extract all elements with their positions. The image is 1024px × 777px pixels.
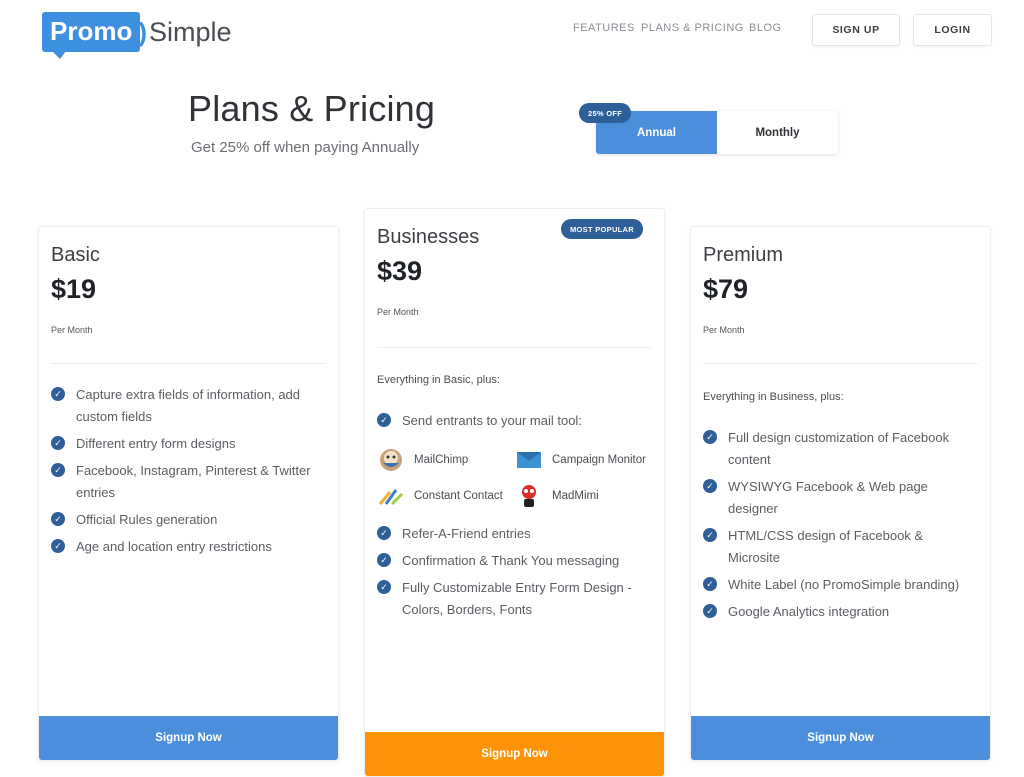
nav-plans-pricing[interactable]: PLANS & PRICING: [641, 22, 744, 34]
check-icon: ✓: [703, 577, 717, 591]
logo-simple-text: Simple: [149, 16, 232, 47]
toggle-monthly[interactable]: Monthly: [717, 111, 838, 154]
feature-list: ✓ Full design customization of Facebook c…: [703, 427, 978, 628]
feature-item: ✓ Different entry form designs: [51, 433, 326, 455]
signup-now-button[interactable]: Signup Now: [39, 716, 338, 760]
check-icon: ✓: [377, 553, 391, 567]
sign-up-button[interactable]: SIGN UP: [812, 14, 900, 46]
feature-item: ✓ Confirmation & Thank You messaging: [377, 550, 652, 572]
campaign-monitor-icon: [515, 447, 543, 473]
feature-item: ✓ Official Rules generation: [51, 509, 326, 531]
check-icon: ✓: [51, 539, 65, 553]
tool-madmimi: MadMimi: [515, 483, 599, 509]
page-title: Plans & Pricing: [188, 88, 436, 129]
divider: [377, 347, 652, 348]
check-icon: ✓: [51, 512, 65, 526]
plan-price: $79: [703, 274, 749, 304]
feature-item: ✓ WYSIWYG Facebook & Web page designer: [703, 476, 978, 520]
plan-period: Per Month: [703, 325, 745, 335]
tool-constant-contact: Constant Contact: [377, 483, 503, 509]
check-icon: ✓: [703, 604, 717, 618]
feature-item: ✓ Age and location entry restrictions: [51, 536, 326, 558]
feature-item: ✓ Capture extra fields of information, ad…: [51, 384, 326, 428]
feature-list: ✓ Capture extra fields of information, ad…: [51, 384, 326, 563]
feature-item: ✓ Google Analytics integration: [703, 601, 978, 623]
divider: [51, 363, 326, 364]
feature-list: ✓ Refer-A-Friend entries ✓ Confirmation & …: [377, 523, 652, 626]
plan-price: $39: [377, 256, 423, 286]
check-icon: ✓: [703, 528, 717, 542]
plan-card-basic: Basic $19 Per Month ✓ Capture extra field…: [38, 226, 339, 761]
login-button[interactable]: LOGIN: [913, 14, 992, 46]
plan-card-premium: Premium $79 Per Month Everything in Busi…: [690, 226, 991, 761]
divider: [703, 363, 978, 364]
feature-item: ✓ Full design customization of Facebook c…: [703, 427, 978, 471]
nav-blog[interactable]: BLOG: [749, 22, 782, 34]
feature-item: ✓ HTML/CSS design of Facebook & Microsite: [703, 525, 978, 569]
billing-toggle: Annual Monthly: [596, 111, 838, 154]
feature-item: ✓ Send entrants to your mail tool:: [377, 410, 652, 432]
plan-name: Businesses: [377, 226, 480, 248]
feature-item: ✓ Fully Customizable Entry Form Design - …: [377, 577, 652, 621]
constant-contact-icon: [377, 483, 405, 509]
signup-now-button[interactable]: Signup Now: [365, 732, 664, 776]
most-popular-badge: MOST POPULAR: [560, 219, 643, 239]
signup-now-button[interactable]: Signup Now: [691, 716, 990, 760]
madmimi-icon: [515, 483, 543, 509]
check-icon: ✓: [51, 463, 65, 477]
feature-item: ✓ White Label (no PromoSimple branding): [703, 574, 978, 596]
plan-card-businesses: MOST POPULAR Businesses $39 Per Month Ev…: [364, 208, 665, 777]
logo-promo-bubble: Promo: [42, 12, 141, 59]
check-icon: ✓: [703, 430, 717, 444]
nav-features[interactable]: FEATURES: [573, 22, 635, 34]
check-icon: ✓: [377, 580, 391, 594]
plan-period: Per Month: [51, 325, 93, 335]
plan-name: Premium: [703, 244, 784, 266]
tool-mailchimp: MailChimp: [377, 447, 468, 473]
feature-item: ✓ Refer-A-Friend entries: [377, 523, 652, 545]
promosimple-logo[interactable]: Promo ) Simple: [42, 10, 232, 59]
check-icon: ✓: [51, 387, 65, 401]
tool-campaign-monitor: Campaign Monitor: [515, 447, 646, 473]
feature-list-mail: ✓ Send entrants to your mail tool:: [377, 410, 652, 437]
check-icon: ✓: [377, 526, 391, 540]
plan-price: $19: [51, 274, 97, 304]
feature-item: ✓ Facebook, Instagram, Pinterest & Twitte…: [51, 460, 326, 504]
check-icon: ✓: [377, 413, 391, 427]
mailchimp-icon: [377, 447, 405, 473]
check-icon: ✓: [703, 479, 717, 493]
page-subtitle: Get 25% off when paying Annually: [191, 139, 420, 156]
plan-period: Per Month: [377, 307, 419, 317]
plan-intro: Everything in Basic, plus:: [377, 374, 500, 386]
plan-intro: Everything in Business, plus:: [703, 391, 844, 403]
plan-name: Basic: [51, 244, 100, 266]
check-icon: ✓: [51, 436, 65, 450]
discount-badge: 25% OFF: [579, 103, 632, 123]
